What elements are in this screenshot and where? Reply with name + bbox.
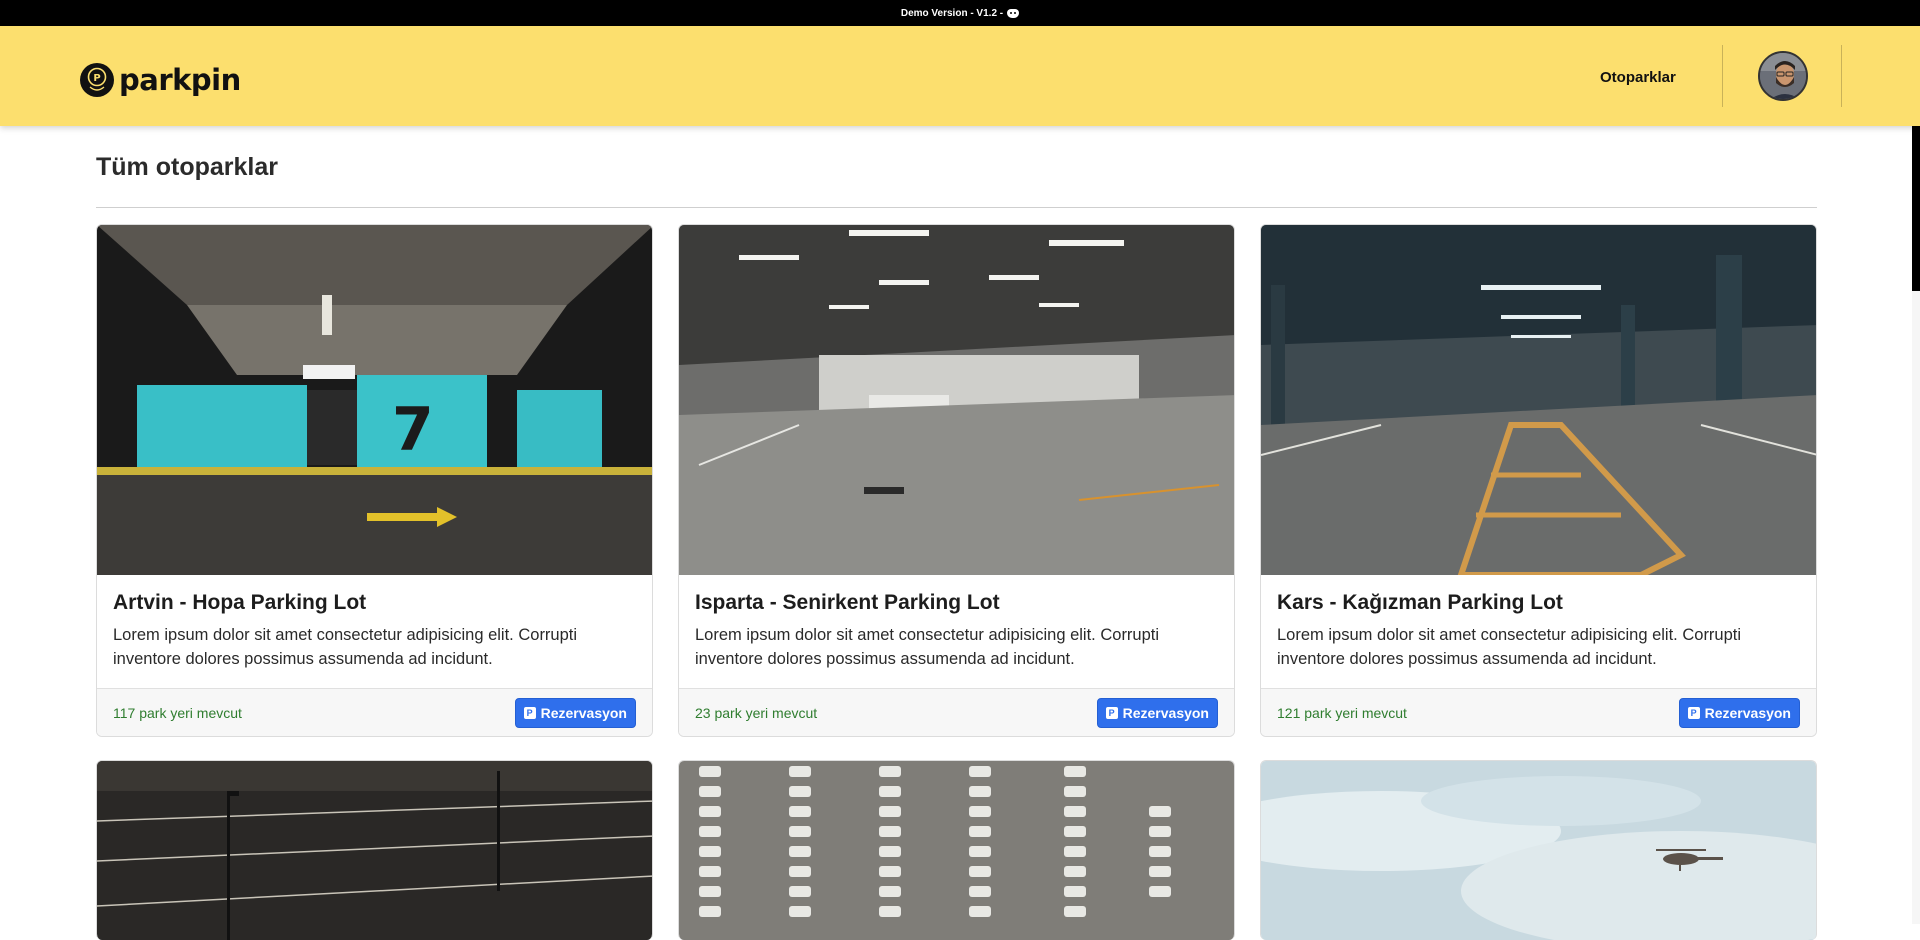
nav-link-otoparklar[interactable]: Otoparklar (1600, 69, 1676, 86)
card-title: Kars - Kağızman Parking Lot (1277, 591, 1563, 614)
parking-lot-card: Isparta - Senirkent Parking Lot Lorem ip… (678, 224, 1235, 737)
navbar: P parkpin Otoparklar (0, 26, 1920, 126)
brand-link[interactable]: P parkpin (79, 62, 241, 98)
reservation-label: Rezervasyon (1122, 704, 1209, 721)
parking-lot-card: 7 Artvin - Hopa Parking Lot Lorem ipsum … (96, 224, 653, 737)
card-title: Isparta - Senirkent Parking Lot (695, 591, 1000, 614)
parking-lot-image (1261, 225, 1816, 575)
reservation-button[interactable]: P Rezervasyon (1678, 697, 1800, 728)
page-title: Tüm otoparklar (96, 153, 278, 181)
reservation-button[interactable]: P Rezervasyon (1096, 697, 1218, 728)
card-title: Artvin - Hopa Parking Lot (113, 591, 367, 614)
reservation-label: Rezervasyon (1704, 704, 1791, 721)
svg-text:7: 7 (392, 395, 434, 465)
parking-icon: P (1687, 706, 1700, 719)
card-description: Lorem ipsum dolor sit amet consectetur a… (1277, 626, 1742, 668)
availability-text: 23 park yeri mevcut (695, 704, 818, 721)
title-divider (96, 207, 1817, 208)
demo-version-bar: Demo Version - V1.2 - (0, 0, 1920, 26)
card-description: Lorem ipsum dolor sit amet consectetur a… (695, 626, 1160, 668)
parking-icon: P (523, 706, 536, 719)
card-description: Lorem ipsum dolor sit amet consectetur a… (113, 626, 578, 668)
parking-lot-card: Kars - Kağızman Parking Lot Lorem ipsum … (1260, 224, 1817, 737)
parking-lot-card (1260, 760, 1817, 940)
svg-text:P: P (93, 73, 100, 84)
demo-version-text: Demo Version - V1.2 - (900, 7, 1004, 19)
brand-name: parkpin (119, 63, 241, 97)
card-footer: 117 park yeri mevcut P Rezervasyon (97, 688, 652, 736)
availability-text: 117 park yeri mevcut (113, 704, 242, 721)
reservation-button[interactable]: P Rezervasyon (514, 697, 636, 728)
reservation-label: Rezervasyon (540, 704, 627, 721)
card-footer: 23 park yeri mevcut P Rezervasyon (679, 688, 1234, 736)
user-avatar[interactable] (1758, 51, 1808, 101)
parking-lot-image (97, 761, 652, 940)
parking-lot-image (679, 225, 1234, 575)
parking-pin-icon: P (79, 62, 115, 98)
parking-lot-image (679, 761, 1234, 940)
parking-lot-image (1261, 761, 1816, 940)
parking-lot-image: 7 (97, 225, 652, 575)
card-footer: 121 park yeri mevcut P Rezervasyon (1261, 688, 1816, 736)
availability-text: 121 park yeri mevcut (1277, 704, 1407, 721)
nav-divider (1841, 45, 1842, 107)
parking-lot-card (678, 760, 1235, 940)
scrollbar-thumb[interactable] (1912, 126, 1920, 291)
discord-icon[interactable] (1007, 8, 1020, 18)
nav-divider (1722, 45, 1723, 107)
parking-icon: P (1105, 706, 1118, 719)
parking-lot-card (96, 760, 653, 940)
